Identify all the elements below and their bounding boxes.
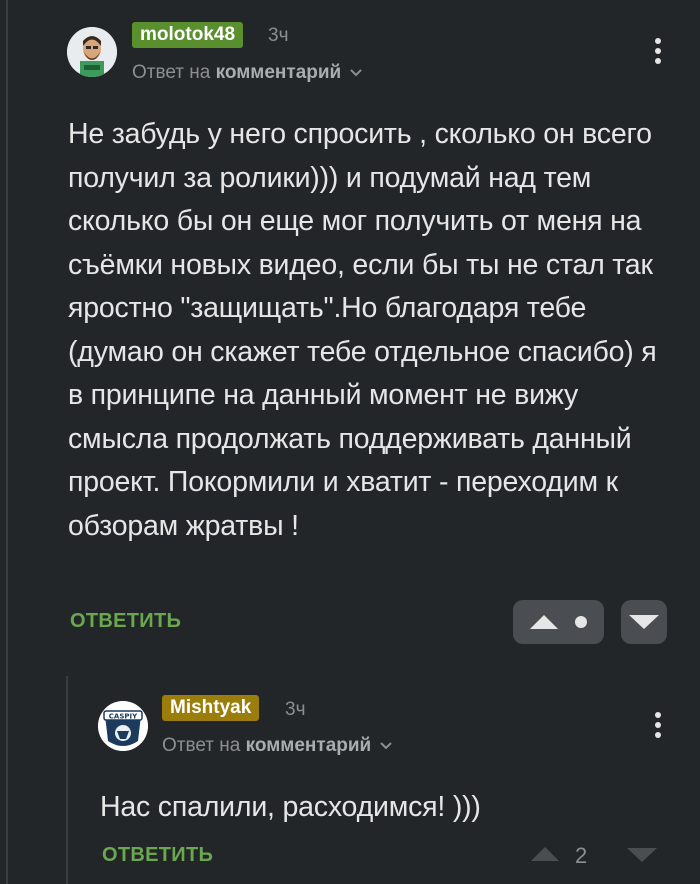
- comment-mishtyak: CASPIY Mishtyak 3ч Ответ на комментарий …: [0, 676, 700, 884]
- reply-to-prefix: Ответ на: [162, 735, 241, 756]
- reply-to-target[interactable]: комментарий: [216, 62, 342, 83]
- chevron-down-icon: [349, 69, 362, 77]
- comment-text: Нас спалили, расходимся! ))): [100, 791, 481, 823]
- username-badge[interactable]: molotok48: [132, 22, 244, 48]
- arrow-down-icon[interactable]: [627, 848, 657, 862]
- svg-text:CASPIY: CASPIY: [109, 713, 138, 721]
- comment-time: 3ч: [285, 699, 306, 720]
- reply-to-link[interactable]: Ответ на комментарий: [132, 62, 363, 84]
- rating-hidden-dot-icon: [575, 616, 587, 628]
- reply-button[interactable]: ОТВЕТИТЬ: [70, 610, 181, 633]
- vote-down-box[interactable]: [621, 600, 667, 644]
- more-options-icon[interactable]: [654, 712, 662, 742]
- arrow-up-icon[interactable]: [531, 847, 559, 861]
- reply-to-target[interactable]: комментарий: [246, 735, 372, 756]
- reply-to-link[interactable]: Ответ на комментарий: [162, 735, 393, 757]
- username-badge[interactable]: Mishtyak: [162, 695, 260, 721]
- comment-time: 3ч: [268, 25, 289, 46]
- arrow-up-icon[interactable]: [530, 615, 558, 629]
- man-avatar-icon: [67, 27, 117, 77]
- chevron-down-icon: [379, 742, 392, 750]
- vote-up-box[interactable]: [513, 600, 604, 644]
- comment-molotok48: molotok48 3ч Ответ на комментарий Не заб…: [0, 0, 700, 660]
- reply-button[interactable]: ОТВЕТИТЬ: [102, 844, 213, 867]
- more-options-icon[interactable]: [654, 38, 662, 68]
- comment-text: Не забудь у него спросить , сколько он в…: [68, 118, 657, 542]
- reply-to-prefix: Ответ на: [132, 62, 211, 83]
- caspiy-logo-avatar-icon: CASPIY: [98, 701, 148, 751]
- arrow-down-icon[interactable]: [629, 615, 659, 629]
- user-avatar[interactable]: [67, 27, 117, 77]
- comment-score: 2: [575, 843, 588, 868]
- user-avatar[interactable]: CASPIY: [98, 701, 148, 751]
